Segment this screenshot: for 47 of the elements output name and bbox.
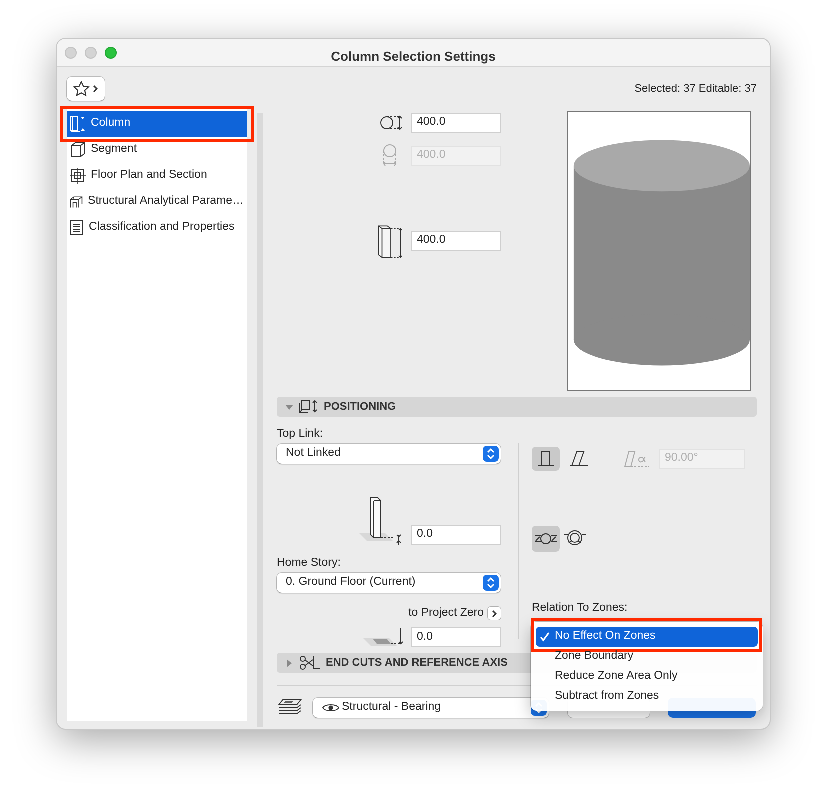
column-icon (70, 115, 86, 133)
circle-height-icon (379, 113, 405, 133)
zone-flat-icon (534, 531, 558, 547)
home-story-select[interactable]: 0. Ground Floor (Current) (277, 573, 501, 593)
selection-info: Selected: 37 Editable: 37 (634, 82, 757, 97)
slab-level-icon (363, 626, 405, 648)
zoom-button[interactable] (105, 46, 117, 58)
field-label: to Project Zero (408, 606, 484, 621)
offset-field[interactable]: 0.0 (411, 525, 501, 545)
section-header[interactable]: POSITIONING (277, 397, 757, 417)
document-icon (70, 220, 84, 236)
elevation-field[interactable]: 0.0 (411, 627, 501, 648)
stepper-icon (483, 446, 499, 462)
favorites-button[interactable] (67, 77, 105, 101)
positioning-icon (299, 399, 319, 415)
checkmark-icon (540, 632, 550, 642)
star-icon (73, 81, 90, 97)
chevron-icon (93, 85, 99, 93)
frame-icon (70, 194, 84, 210)
sidebar-item[interactable]: Floor Plan and Section (67, 163, 247, 189)
sidebar-item[interactable]: Segment (67, 137, 247, 163)
sidebar-item[interactable]: Structural Analytical Parame… (67, 189, 247, 215)
cube-icon (70, 142, 86, 158)
window-title: Column Selection Settings (331, 49, 496, 64)
vertical-column-icon (537, 450, 555, 468)
geometry-toggle[interactable] (532, 447, 560, 471)
dimension-field[interactable]: 400.0 (411, 113, 501, 133)
scissors-icon (299, 655, 321, 671)
sidebar-item[interactable]: Column (67, 111, 247, 137)
field-label: Top Link: (277, 427, 324, 440)
chevron-button[interactable] (488, 607, 501, 620)
layer-select[interactable]: Structural - Bearing (313, 698, 549, 718)
zone-display-toggle[interactable] (532, 526, 560, 552)
chevron-icon (492, 610, 498, 618)
top-link-select[interactable]: Not Linked (277, 444, 501, 464)
floor-plan-icon (70, 168, 86, 184)
eye-icon (322, 702, 340, 714)
field-label: Relation To Zones: (532, 601, 629, 615)
slanted-column-icon (569, 450, 589, 468)
dimension-field[interactable]: 400.0 (411, 231, 501, 251)
sidebar-item[interactable]: Classification and Properties (67, 215, 247, 241)
menu-item[interactable]: No Effect On Zones (536, 627, 758, 647)
angle-icon (623, 449, 651, 469)
stepper-icon (483, 575, 499, 591)
disclosure-icon (285, 402, 294, 412)
field-label: Home Story: (277, 556, 342, 569)
disclosure-icon (285, 658, 294, 668)
